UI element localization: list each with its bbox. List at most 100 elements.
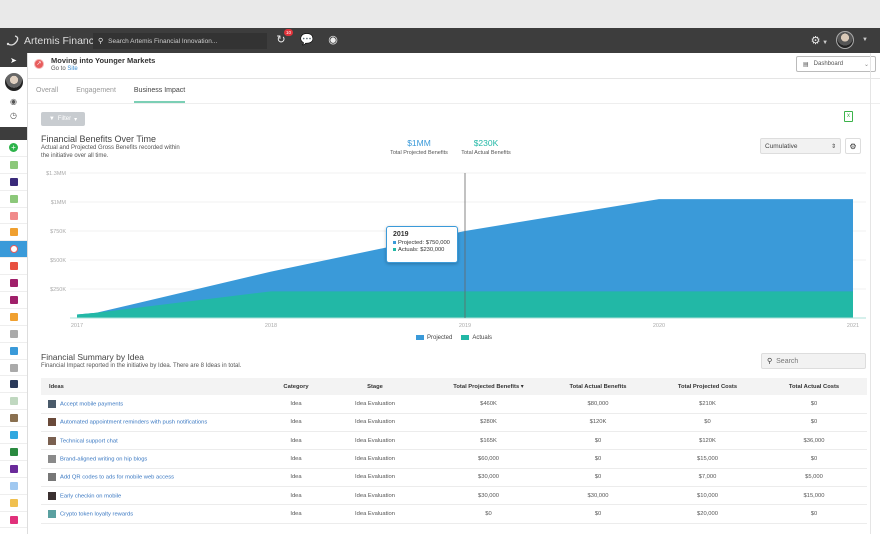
table-row[interactable]: Technical support chat Idea Idea Evaluatio… — [41, 432, 867, 450]
table-row[interactable]: Early checkin on mobile Idea Idea Evaluati… — [41, 486, 867, 505]
actual-benefits-cell: $30,000 — [587, 492, 609, 499]
initiative-app-icon — [9, 363, 18, 372]
col-total-projected-benefits[interactable]: Total Projected Benefits ▾ — [435, 378, 542, 395]
idea-cell: Brand-aligned writing on hip blogs — [41, 450, 277, 468]
actual-benefits-cell: $0 — [594, 510, 602, 517]
idea-cell: Crypto token loyalty rewards — [41, 505, 277, 523]
benefits-area-chart: $250K $500K $750K $1MM $1.3MM 2017 2018 2019 202… — [46, 171, 866, 329]
stage-cell: Idea Evaluation — [355, 419, 395, 426]
actual-costs-cell: $0 — [810, 419, 818, 426]
ideas-summary-table: Ideas Category Stage Total Projected Ben… — [41, 378, 867, 524]
idea-link[interactable]: Early checkin on mobile — [60, 493, 121, 499]
projected-costs-cell: $0 — [704, 419, 711, 426]
actual-costs-cell: $0 — [810, 510, 818, 517]
sidebar-item-item-15[interactable] — [0, 393, 27, 411]
initiative-app-icon — [9, 481, 18, 490]
category-cell: Idea — [290, 474, 302, 481]
table-row[interactable]: Accept mobile payments Idea Idea Evaluatio… — [41, 395, 867, 414]
initiative-app-icon — [9, 515, 18, 524]
projected-benefits-cell: $165K — [480, 437, 497, 444]
sidebar-item-item-13[interactable] — [0, 360, 27, 377]
sidebar-item-item-14[interactable] — [0, 376, 27, 394]
projected-costs-cell: $10,000 — [697, 492, 718, 499]
col-total-projected-costs[interactable]: Total Projected Costs — [654, 378, 761, 395]
y-tick-label: $750K — [50, 229, 66, 235]
projected-benefits-cell: $0 — [485, 510, 492, 517]
category-cell: Idea — [290, 456, 302, 463]
stage-cell: Idea Evaluation — [355, 510, 395, 517]
y-tick-label: $500K — [50, 258, 66, 264]
y-tick-label: $1MM — [51, 200, 67, 206]
col-stage[interactable]: Stage — [315, 378, 435, 395]
x-tick-label: 2018 — [265, 323, 277, 329]
sidebar-item-item-17[interactable] — [0, 427, 27, 445]
projected-costs-cell: $210K — [699, 400, 716, 407]
idea-link[interactable]: Crypto token loyalty rewards — [60, 511, 133, 517]
stage-cell: Idea Evaluation — [355, 492, 395, 499]
x-tick-label: 2020 — [653, 323, 665, 329]
tooltip-row-projected: Projected: $750,000 — [393, 240, 451, 247]
actual-benefits-cell: $120K — [589, 419, 607, 426]
sidebar-item-item-18[interactable] — [0, 444, 27, 461]
col-total-actual-costs[interactable]: Total Actual Costs — [761, 378, 867, 395]
projected-costs-cell: $20,000 — [697, 510, 718, 517]
initiative-app-icon — [9, 397, 18, 406]
actual-costs-cell: $0 — [810, 456, 818, 463]
idea-link[interactable]: Technical support chat — [60, 438, 118, 444]
actual-costs-cell: $0 — [810, 400, 818, 407]
initiative-app-icon — [9, 346, 18, 355]
actual-benefits-cell: $80,000 — [587, 400, 609, 407]
idea-link[interactable]: Accept mobile payments — [60, 401, 123, 407]
col-category[interactable]: Category — [277, 378, 315, 395]
col-total-actual-benefits[interactable]: Total Actual Benefits — [542, 378, 654, 395]
stage-cell: Idea Evaluation — [355, 400, 395, 407]
idea-thumbnail — [48, 509, 56, 518]
tooltip-row-actuals: Actuals: $230,000 — [393, 247, 451, 254]
sidebar-item-item-20[interactable] — [0, 478, 27, 495]
sidebar-item-item-16[interactable] — [0, 410, 27, 428]
idea-cell: Technical support chat — [41, 432, 277, 450]
category-cell: Idea — [290, 400, 302, 407]
actual-benefits-cell: $0 — [594, 474, 602, 481]
idea-cell: Automated appointment reminders with pus… — [41, 413, 277, 431]
col-ideas[interactable]: Ideas — [41, 378, 277, 395]
y-tick-label: $250K — [50, 287, 66, 293]
idea-thumbnail — [48, 436, 56, 445]
idea-thumbnail — [48, 473, 56, 482]
sidebar-item-item-19[interactable] — [0, 461, 27, 478]
projected-costs-cell: $7,000 — [698, 474, 717, 481]
table-row[interactable]: Crypto token loyalty rewards Idea Idea Eva… — [41, 505, 867, 524]
initiative-app-icon — [9, 431, 18, 440]
projected-costs-cell: $15,000 — [697, 456, 718, 463]
initiative-app-icon — [9, 447, 18, 456]
sidebar-item-item-21[interactable] — [0, 495, 27, 512]
idea-thumbnail — [48, 418, 56, 427]
sidebar-item-item-22[interactable] — [0, 512, 27, 529]
sidebar-item-item-12[interactable] — [0, 343, 27, 360]
actual-benefits-cell: $0 — [594, 456, 602, 463]
page-scrollbar[interactable] — [870, 53, 880, 534]
idea-thumbnail — [48, 491, 56, 500]
actual-costs-cell: $36,000 — [803, 437, 825, 444]
idea-link[interactable]: Add QR codes to ads for mobile web acces… — [60, 475, 174, 481]
initiative-app-icon — [9, 498, 18, 507]
legend-actuals[interactable]: Actuals — [461, 335, 492, 341]
projected-benefits-cell: $60,000 — [478, 456, 499, 463]
table-search-input[interactable]: ⚲ Search — [761, 353, 866, 369]
tooltip-title: 2019 — [393, 231, 409, 238]
initiative-app-icon — [9, 414, 18, 423]
legend-projected[interactable]: Projected — [416, 335, 452, 341]
projected-benefits-cell: $30,000 — [478, 474, 499, 481]
app-window: Artemis Financial ⚲ Search Artemis Finan… — [0, 28, 880, 534]
chart-legend: Projected Actuals — [416, 335, 492, 341]
idea-link[interactable]: Brand-aligned writing on hip blogs — [60, 457, 147, 463]
category-cell: Idea — [290, 492, 302, 499]
projected-benefits-cell: $30,000 — [478, 492, 499, 499]
category-cell: Idea — [290, 419, 302, 426]
table-row[interactable]: Brand-aligned writing on hip blogs Idea Id… — [41, 450, 867, 469]
idea-link[interactable]: Automated appointment reminders with pus… — [60, 420, 207, 426]
table-row[interactable]: Add QR codes to ads for mobile web acces… — [41, 468, 867, 487]
category-cell: Idea — [290, 437, 302, 444]
table-row[interactable]: Automated appointment reminders with pus… — [41, 413, 867, 432]
summary-description: Financial Impact reported in the initiat… — [41, 363, 242, 369]
